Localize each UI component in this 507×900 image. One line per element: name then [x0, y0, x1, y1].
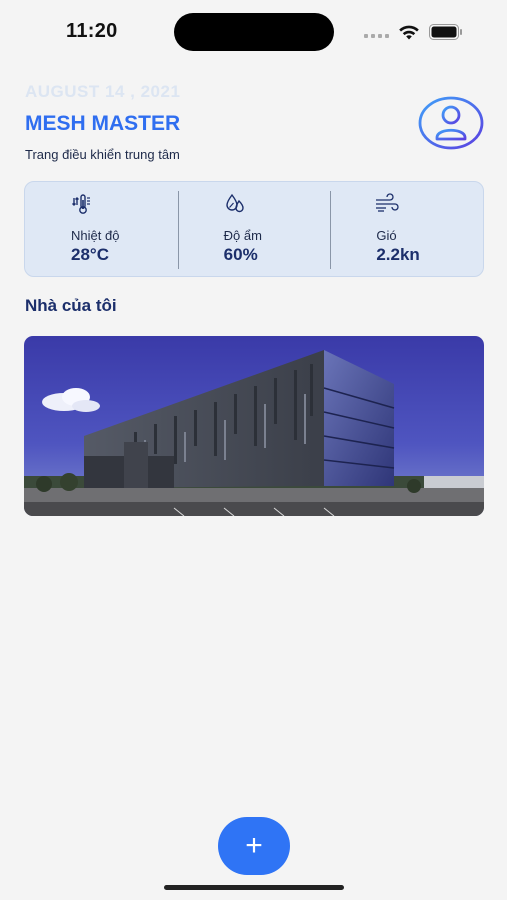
status-bar: 11:20 — [0, 0, 507, 62]
cellular-signal-icon — [364, 34, 389, 38]
page-subtitle: Trang điều khiển trung tâm — [25, 147, 180, 162]
wifi-icon — [399, 25, 419, 40]
stat-value: 60% — [223, 245, 258, 264]
stat-value: 2.2kn — [376, 245, 420, 264]
home-indicator — [164, 885, 344, 890]
stat-label: Nhiệt độ — [71, 228, 120, 243]
stat-label: Gió — [376, 228, 397, 243]
profile-button[interactable] — [418, 96, 484, 150]
stat-temperature: Nhiệt độ 28°C — [25, 182, 178, 276]
status-time: 11:20 — [66, 20, 118, 42]
add-button[interactable]: + — [218, 817, 290, 875]
thermometer-icon — [72, 194, 90, 214]
home-card[interactable] — [24, 336, 484, 516]
plus-icon: + — [245, 829, 263, 862]
stat-wind: Gió 2.2kn — [330, 182, 483, 276]
building-image — [24, 336, 484, 516]
current-date: AUGUST 14 , 2021 — [25, 82, 181, 101]
humidity-drops-icon — [225, 193, 244, 213]
battery-icon — [429, 24, 462, 40]
weather-stats-card: Nhiệt độ 28°C Độ ẩm 60% Gió 2.2kn — [24, 181, 484, 277]
stat-humidity: Độ ẩm 60% — [177, 182, 331, 276]
dynamic-island — [174, 13, 334, 51]
user-profile-icon — [418, 96, 484, 150]
section-title: Nhà của tôi — [25, 296, 117, 315]
stat-label: Độ ẩm — [223, 228, 262, 243]
wind-icon — [376, 193, 399, 212]
stat-value: 28°C — [71, 245, 109, 264]
app-title: MESH MASTER — [25, 112, 181, 135]
